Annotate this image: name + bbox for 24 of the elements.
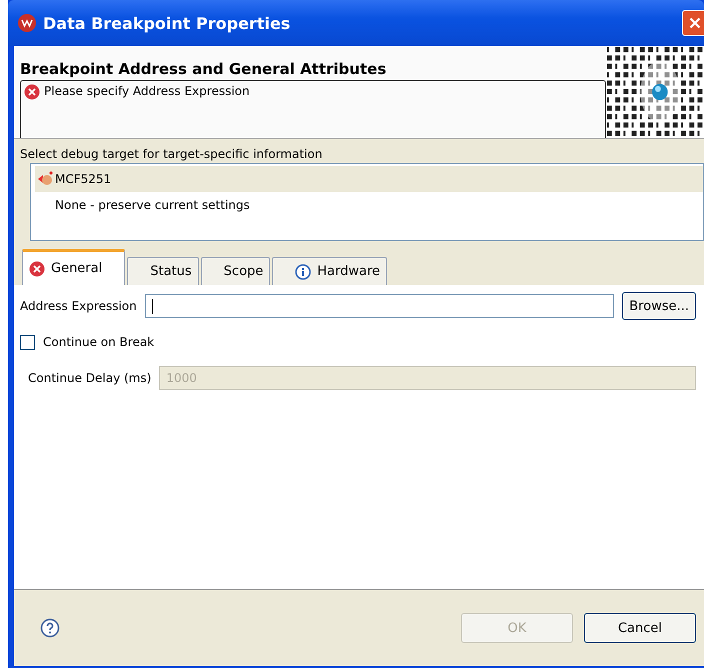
target-label: Select debug target for target-specific information	[19, 146, 324, 163]
tab[interactable]: General	[22, 249, 126, 285]
address-label: Address Expression	[20, 299, 137, 313]
tab[interactable]: Hardware	[272, 257, 388, 285]
browse-button[interactable]: Browse...	[622, 292, 696, 320]
error-icon	[29, 260, 45, 276]
tab[interactable]: Scope	[200, 257, 270, 285]
window-title: Data Breakpoint Properties	[43, 14, 292, 32]
target-item[interactable]: MCF5251	[35, 166, 703, 192]
continue-checkbox[interactable]	[20, 334, 35, 350]
chip-icon	[37, 171, 53, 187]
close-button[interactable]	[682, 10, 704, 36]
tab[interactable]: Status	[127, 257, 199, 285]
target-item[interactable]: None - preserve current settings	[35, 192, 703, 218]
page-title: Breakpoint Address and General Attributes	[20, 60, 388, 78]
delay-label: Continue Delay (ms)	[28, 371, 152, 385]
app-logo-icon	[17, 13, 37, 33]
address-field[interactable]	[144, 294, 614, 318]
help-icon[interactable]	[40, 618, 60, 638]
info-icon	[295, 264, 312, 280]
dialog-button[interactable]: Cancel	[584, 613, 696, 643]
error-icon	[24, 84, 40, 100]
continue-label: Continue on Break	[43, 335, 154, 349]
error-message: Please specify Address Expression	[44, 84, 250, 98]
